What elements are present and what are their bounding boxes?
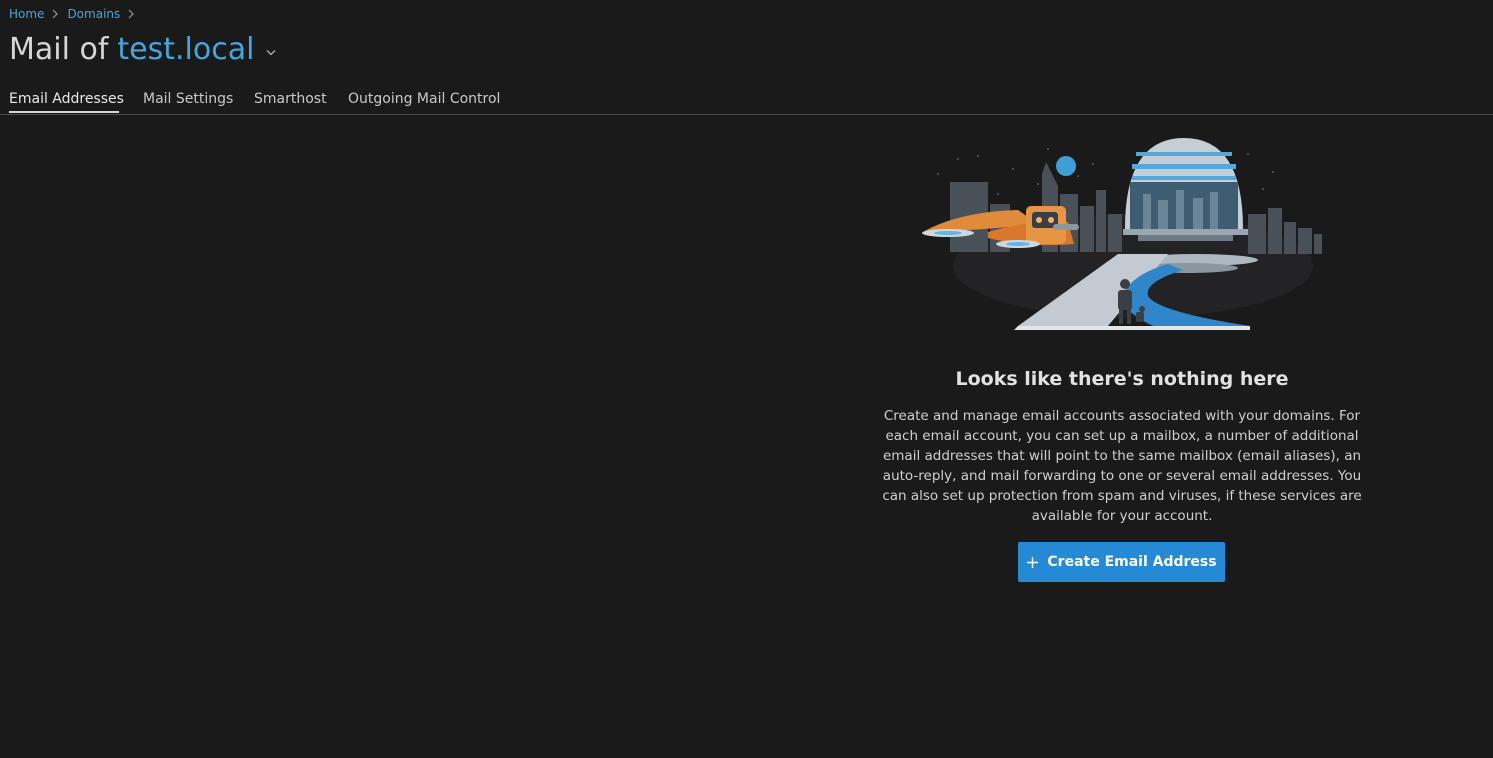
create-email-address-label: Create Email Address — [1047, 554, 1217, 570]
chevron-right-icon — [127, 9, 135, 19]
tab-bar: Email Addresses Mail Settings Smarthost … — [0, 84, 1493, 115]
breadcrumb-domains-link[interactable]: Domains — [67, 6, 120, 22]
active-tab-indicator — [9, 111, 119, 113]
breadcrumb-home-link[interactable]: Home — [9, 6, 44, 22]
tab-email-addresses[interactable]: Email Addresses — [9, 90, 124, 108]
plus-icon — [1026, 556, 1039, 569]
tab-outgoing-mail-control[interactable]: Outgoing Mail Control — [348, 90, 500, 108]
page-title: Mail of test.local — [9, 30, 276, 70]
empty-state-heading: Looks like there's nothing here — [955, 368, 1289, 390]
page-title-prefix: Mail of — [9, 32, 109, 67]
chevron-right-icon — [51, 9, 59, 19]
tab-mail-settings[interactable]: Mail Settings — [143, 90, 233, 108]
page: Home Domains Mail of test.local Email Ad… — [0, 0, 1493, 758]
empty-state-city-illustration — [918, 134, 1328, 330]
chevron-down-icon[interactable] — [266, 49, 276, 56]
tab-smarthost[interactable]: Smarthost — [254, 90, 327, 108]
breadcrumb: Home Domains — [9, 6, 143, 22]
create-email-address-button[interactable]: Create Email Address — [1018, 542, 1225, 582]
domain-switcher-link[interactable]: test.local — [117, 30, 254, 70]
empty-state-description: Create and manage email accounts associa… — [882, 408, 1362, 524]
